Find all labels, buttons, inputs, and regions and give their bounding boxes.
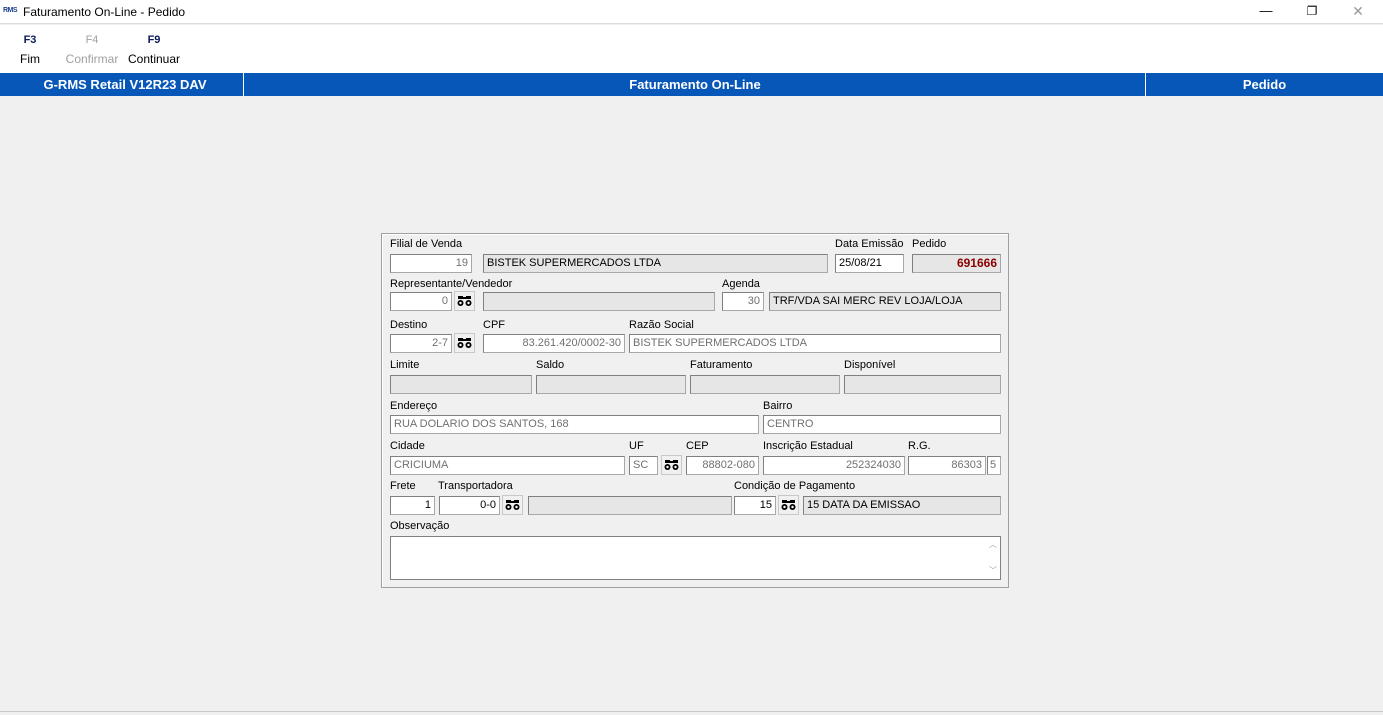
f3-key-label: F3: [23, 34, 37, 46]
condicao-description-field: 15 DATA DA EMISSAO: [803, 496, 1001, 515]
rg-field[interactable]: 86303: [908, 456, 986, 475]
f4-key-label: F4: [85, 34, 99, 46]
rg-digit-field[interactable]: 5: [987, 456, 1001, 475]
cpf-field[interactable]: 83.261.420/0002-30: [483, 334, 625, 353]
agenda-description-field: TRF/VDA SAI MERC REV LOJA/LOJA: [769, 292, 1001, 311]
uf-label: UF: [629, 440, 644, 452]
rg-label: R.G.: [908, 440, 931, 452]
scroll-up-icon[interactable]: ︿: [988, 539, 998, 550]
transportadora-search-button[interactable]: [502, 495, 523, 515]
status-bar: [0, 711, 1383, 715]
continuar-button[interactable]: F9 Continuar: [124, 25, 184, 72]
cpf-label: CPF: [483, 319, 505, 331]
system-version-label: G-RMS Retail V12R23 DAV: [43, 77, 207, 92]
minimize-button[interactable]: —: [1251, 2, 1281, 22]
frete-label: Frete: [390, 480, 416, 492]
window-title: Faturamento On-Line - Pedido: [23, 5, 186, 19]
inscricao-estadual-field[interactable]: 252324030: [763, 456, 905, 475]
rms-app-icon: RMS: [3, 7, 18, 14]
inscricao-estadual-label: Inscrição Estadual: [763, 440, 853, 452]
binoculars-icon: [457, 296, 472, 306]
pedido-number-field: 691666: [912, 254, 1001, 273]
representante-code-field[interactable]: 0: [390, 292, 452, 311]
cep-label: CEP: [686, 440, 709, 452]
cidade-label: Cidade: [390, 440, 425, 452]
binoculars-icon: [505, 500, 520, 510]
fim-label: Fim: [20, 52, 40, 66]
razao-social-field[interactable]: BISTEK SUPERMERCADOS LTDA: [629, 334, 1001, 353]
limite-label: Limite: [390, 359, 420, 371]
transportadora-code-field[interactable]: 0-0: [439, 496, 500, 515]
cidade-field[interactable]: CRICIUMA: [390, 456, 625, 475]
confirmar-button[interactable]: F4 Confirmar: [60, 25, 124, 72]
transportadora-name-field: [528, 496, 732, 515]
binoculars-icon: [664, 460, 679, 470]
module-title: Faturamento On-Line: [629, 77, 761, 92]
representante-label: Representante/Vendedor: [390, 278, 513, 290]
agenda-code-field[interactable]: 30: [722, 292, 764, 311]
condicao-search-button[interactable]: [778, 495, 799, 515]
destino-label: Destino: [390, 319, 428, 331]
uf-search-button[interactable]: [661, 455, 682, 475]
filial-label: Filial de Venda: [390, 238, 463, 250]
cep-field[interactable]: 88802-080: [686, 456, 759, 475]
destino-field[interactable]: 2-7: [390, 334, 452, 353]
header-band: G-RMS Retail V12R23 DAV Faturamento On-L…: [0, 73, 1383, 96]
endereco-field[interactable]: RUA DOLARIO DOS SANTOS, 168: [390, 415, 759, 434]
order-form-panel: Filial de Venda Data Emissão Pedido 19 B…: [381, 233, 1009, 588]
uf-field[interactable]: SC: [629, 456, 658, 475]
pedido-label: Pedido: [912, 238, 947, 250]
agenda-label: Agenda: [722, 278, 760, 290]
saldo-field: [536, 375, 686, 394]
faturamento-label: Faturamento: [690, 359, 753, 371]
frete-field[interactable]: 1: [390, 496, 435, 515]
condicao-code-field[interactable]: 15: [734, 496, 776, 515]
data-emissao-field[interactable]: 25/08/21: [835, 254, 904, 273]
restore-button[interactable]: ❐: [1297, 2, 1327, 22]
bairro-field[interactable]: CENTRO: [763, 415, 1001, 434]
confirmar-label: Confirmar: [65, 52, 119, 66]
filial-code-field[interactable]: 19: [390, 254, 472, 273]
faturamento-field: [690, 375, 840, 394]
representante-search-button[interactable]: [454, 291, 475, 311]
observacao-textarea[interactable]: ︿ ﹀: [390, 536, 1001, 580]
saldo-label: Saldo: [536, 359, 565, 371]
data-emissao-label: Data Emissão: [835, 238, 904, 250]
fim-button[interactable]: F3 Fim: [10, 25, 50, 72]
razao-social-label: Razão Social: [629, 319, 694, 331]
filial-name-field: BISTEK SUPERMERCADOS LTDA: [483, 254, 828, 273]
scroll-down-icon[interactable]: ﹀: [988, 565, 998, 576]
binoculars-icon: [781, 500, 796, 510]
function-key-toolbar: F3 Fim F4 Confirmar F9 Continuar: [0, 25, 1383, 73]
close-button[interactable]: ✕: [1343, 2, 1373, 22]
condicao-pagamento-label: Condição de Pagamento: [734, 480, 856, 492]
binoculars-icon: [457, 338, 472, 348]
disponivel-field: [844, 375, 1001, 394]
bairro-label: Bairro: [763, 400, 793, 412]
representante-name-field: [483, 292, 715, 311]
title-bar: RMS Faturamento On-Line - Pedido — ❐ ✕: [0, 0, 1383, 24]
observacao-label: Observação: [390, 520, 450, 532]
limite-field: [390, 375, 532, 394]
transportadora-label: Transportadora: [438, 480, 513, 492]
disponivel-label: Disponível: [844, 359, 896, 371]
destino-search-button[interactable]: [454, 333, 475, 353]
f9-key-label: F9: [147, 34, 161, 46]
endereco-label: Endereço: [390, 400, 438, 412]
continuar-label: Continuar: [127, 52, 181, 66]
screen-title: Pedido: [1242, 77, 1287, 92]
